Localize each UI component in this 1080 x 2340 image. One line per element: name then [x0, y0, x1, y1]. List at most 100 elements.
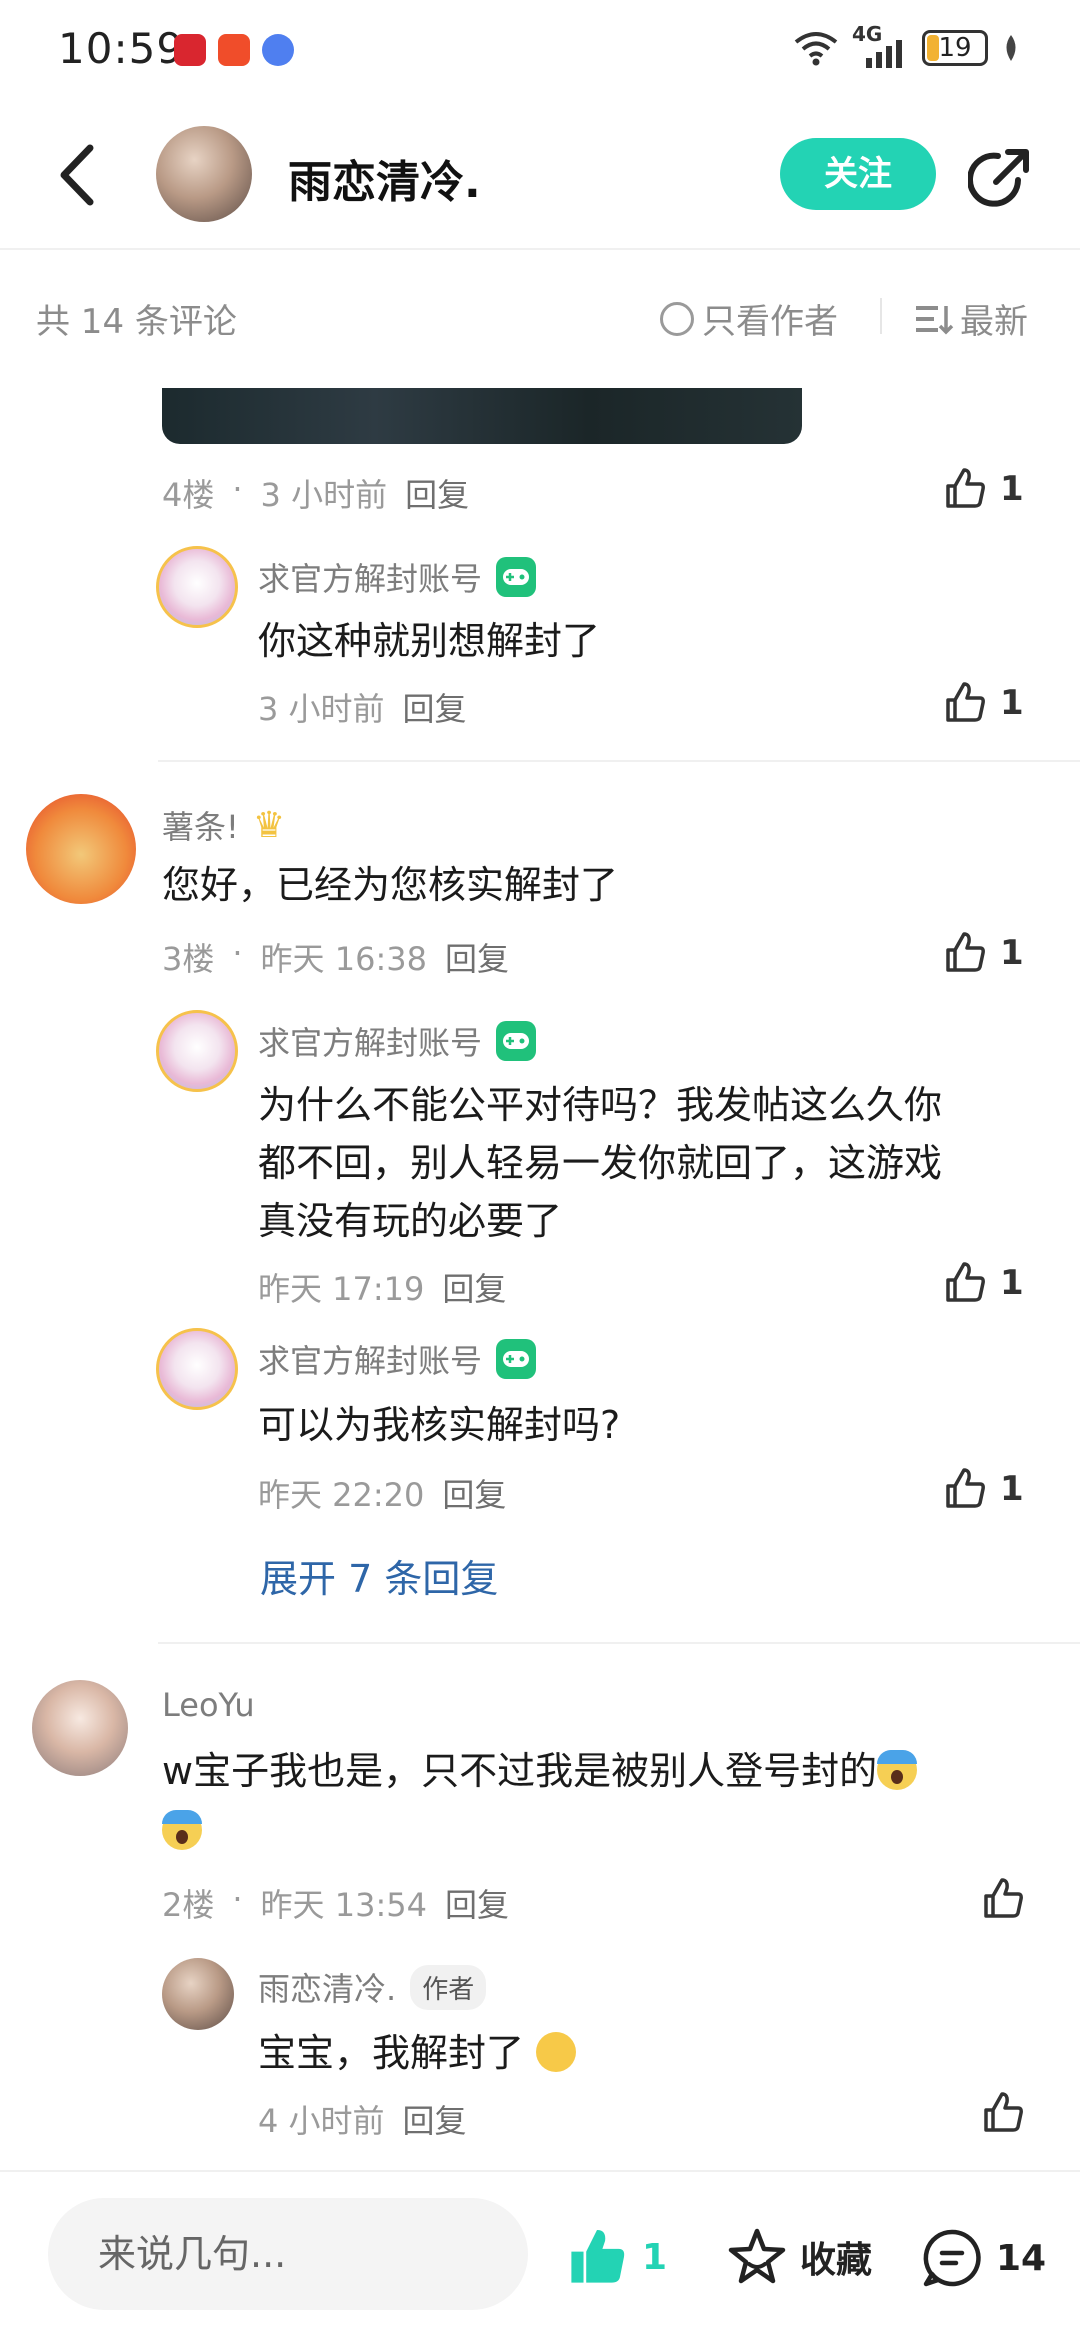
gamepad-badge-icon [496, 1021, 537, 1061]
reply-time: 4 小时前 [258, 2102, 385, 2140]
like-count: 1 [1000, 683, 1024, 723]
like-button[interactable]: 1 [942, 1260, 1024, 1306]
commenter-username-text: 薯条! [162, 808, 239, 846]
reply-text-line: 都不回，别人轻易一发你就回了，这游戏 [258, 1141, 943, 1185]
comment-divider [158, 760, 1080, 762]
like-button[interactable] [980, 1876, 1026, 1922]
scream-emoji-icon [877, 1750, 918, 1790]
comment-count: 共 14 条评论 [36, 302, 237, 342]
crown-badge-icon: ♛ [252, 804, 286, 846]
thumbs-up-icon [946, 468, 985, 508]
reply-avatar[interactable] [156, 546, 238, 628]
commenter-username[interactable]: 薯条! ♛ [162, 802, 285, 848]
comment-text: w宝子我也是，只不过我是被别人登号封的 [162, 1742, 1022, 1800]
battery-indicator: 19 [922, 30, 988, 66]
like-button[interactable]: 1 [942, 1466, 1024, 1512]
share-icon[interactable] [968, 144, 1034, 210]
scream-emoji-icon [162, 1810, 202, 1850]
like-count: 1 [1000, 1469, 1024, 1509]
status-bar: 10:59 4G 19 [0, 0, 1080, 100]
author-name[interactable]: 雨恋清冷. [288, 146, 481, 210]
reply-meta: 4 小时前 回复 [258, 2096, 467, 2142]
reply-meta: 昨天 22:20 回复 [258, 1470, 506, 1516]
commenter-avatar[interactable] [32, 1680, 128, 1776]
like-button[interactable]: 1 [942, 680, 1024, 726]
follow-button[interactable]: 关注 [780, 138, 936, 210]
reply-username[interactable]: 求官方解封账号 [258, 1336, 537, 1382]
reply-username[interactable]: 雨恋清冷. 作者 [258, 1964, 487, 2010]
reply-button[interactable]: 回复 [445, 1880, 509, 1926]
comment-time: 昨天 16:38 [260, 940, 427, 978]
gamepad-badge-icon [496, 557, 537, 597]
reply-button[interactable]: 回复 [442, 1264, 506, 1310]
dot-separator: · [232, 934, 243, 972]
reply-button[interactable]: 回复 [445, 934, 509, 980]
huawei-app-icon [174, 34, 206, 66]
comment-meta: 4楼 · 3 小时前 回复 [162, 470, 469, 516]
status-app-icons [174, 34, 294, 66]
reply-meta: 3 小时前 回复 [258, 684, 467, 730]
reply-time: 昨天 22:20 [258, 1476, 425, 1514]
reply-button[interactable]: 回复 [403, 684, 467, 730]
comments-button[interactable]: 14 [920, 2226, 1046, 2290]
smile-emoji-icon [536, 2032, 577, 2072]
reply-button[interactable]: 回复 [403, 2096, 467, 2142]
wifi-icon [794, 32, 838, 66]
comment-divider [158, 1642, 1080, 1644]
comment-bubble-icon [923, 2229, 981, 2287]
back-arrow-icon[interactable] [50, 140, 110, 210]
thumbs-up-icon [946, 1262, 985, 1302]
expand-replies-link[interactable]: 展开 7 条回复 [260, 1548, 498, 1603]
comment-image[interactable] [162, 388, 802, 444]
battery-level: 19 [938, 33, 972, 63]
filter-divider [880, 298, 882, 334]
gamepad-badge-icon [496, 1339, 537, 1379]
comment-filter-bar: 共 14 条评论 只看作者 最新 [0, 280, 1080, 356]
commenter-username-text: LeoYu [162, 1686, 255, 1724]
like-button[interactable] [980, 2090, 1026, 2136]
comment-text-overflow [162, 1802, 202, 1860]
author-avatar[interactable] [156, 126, 252, 222]
like-button[interactable]: 1 [942, 930, 1024, 976]
author-only-label: 只看作者 [702, 302, 838, 342]
comment-input[interactable]: 来说几句... [48, 2198, 528, 2310]
thumbs-up-icon [946, 1468, 985, 1508]
thumbs-up-icon [984, 1878, 1023, 1918]
reply-username[interactable]: 求官方解封账号 [258, 554, 537, 600]
reply-username-text: 雨恋清冷. [258, 1970, 397, 2008]
author-only-toggle[interactable]: 只看作者 [660, 294, 838, 343]
star-icon [728, 2228, 786, 2284]
shopping-app-icon [218, 34, 250, 66]
reply-meta: 昨天 17:19 回复 [258, 1264, 506, 1310]
status-time: 10:59 [58, 24, 185, 73]
like-count: 1 [1000, 1263, 1024, 1303]
reply-time: 3 小时前 [258, 690, 385, 728]
like-button[interactable]: 1 [942, 466, 1024, 512]
reply-avatar[interactable] [156, 1010, 238, 1092]
comment-meta: 2楼 · 昨天 13:54 回复 [162, 1880, 509, 1926]
reply-username-text: 求官方解封账号 [258, 1024, 483, 1062]
reply-username[interactable]: 求官方解封账号 [258, 1018, 537, 1064]
reply-button[interactable]: 回复 [442, 1470, 506, 1516]
favorite-button[interactable]: 收藏 [726, 2226, 872, 2288]
reply-text: 宝宝，我解封了 [258, 2024, 577, 2082]
author-tag: 作者 [410, 1964, 487, 2010]
radio-circle-icon [660, 301, 694, 336]
reply-avatar[interactable] [156, 1328, 238, 1410]
comment-time: 昨天 13:54 [260, 1886, 427, 1924]
sort-toggle[interactable]: 最新 [914, 294, 1028, 343]
bottom-action-bar: 来说几句... 1 收藏 14 [0, 2170, 1080, 2340]
reply-button[interactable]: 回复 [405, 470, 469, 516]
post-like-button[interactable]: 1 [566, 2226, 667, 2288]
commenter-username[interactable]: LeoYu [162, 1686, 255, 1724]
floor-label: 2楼 [162, 1886, 215, 1924]
leaf-icon [1006, 35, 1016, 61]
floor-label: 3楼 [162, 940, 215, 978]
reply-username-text: 求官方解封账号 [258, 1342, 483, 1380]
thumbs-up-filled-icon [571, 2230, 625, 2283]
thumbs-up-icon [946, 682, 985, 722]
reply-avatar[interactable] [162, 1958, 234, 2030]
commenter-avatar[interactable] [26, 794, 136, 904]
thumbs-up-icon [946, 932, 985, 972]
music-app-icon [262, 34, 294, 66]
